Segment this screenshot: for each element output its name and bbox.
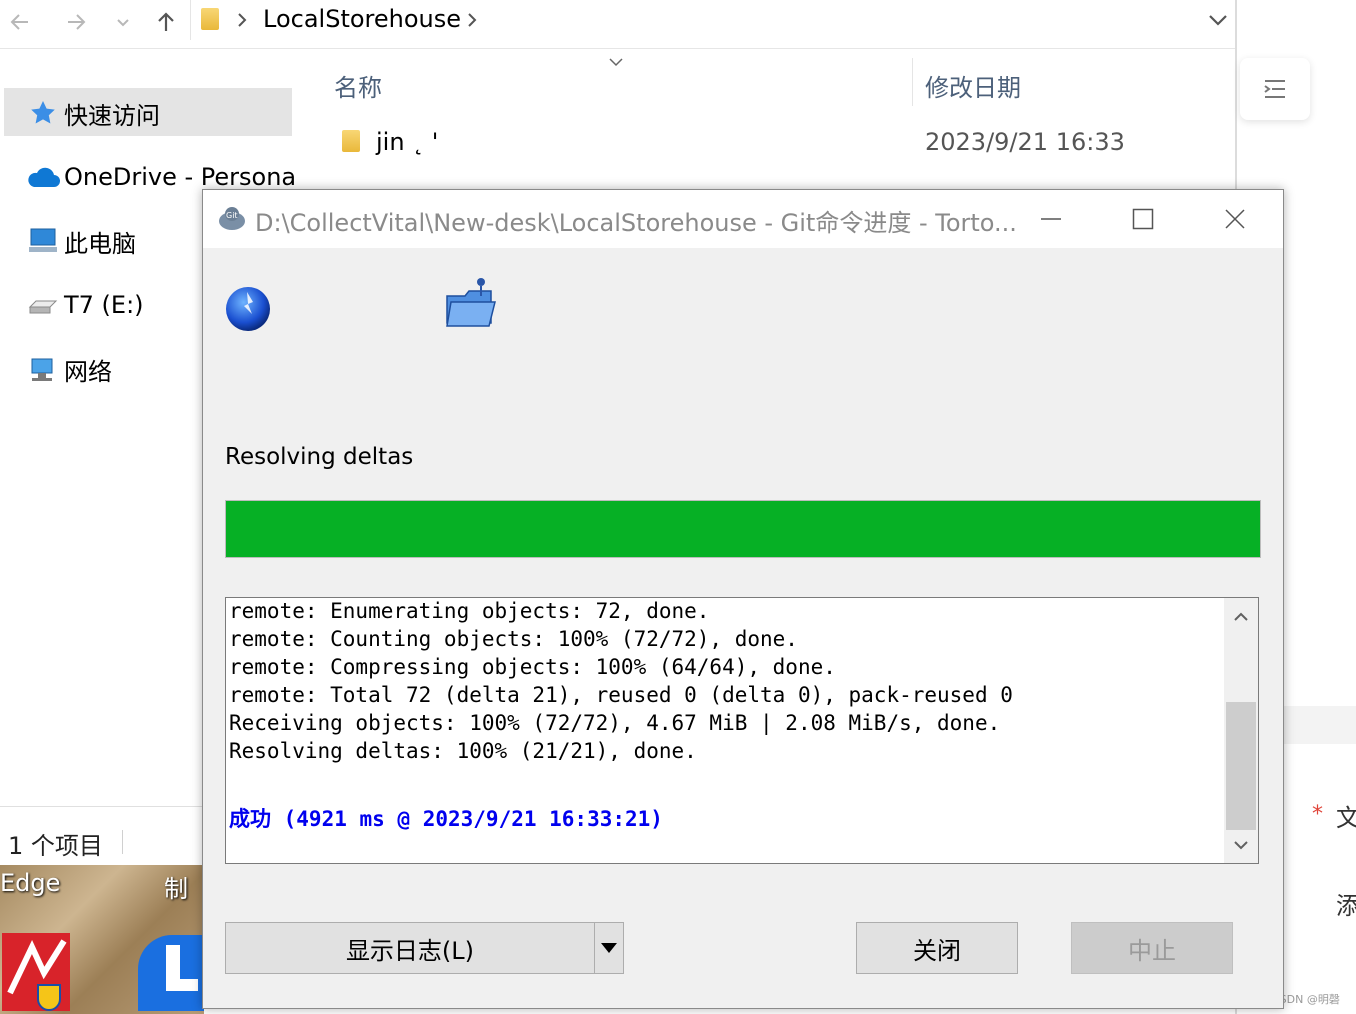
recent-locations-button[interactable] <box>108 4 138 40</box>
chevron-down-icon[interactable] <box>1233 840 1249 852</box>
svg-text:Git: Git <box>226 211 238 220</box>
git-output-log[interactable]: remote: Enumerating objects: 72, done. r… <box>225 597 1259 864</box>
sidebar-item-this-pc[interactable]: 此电脑 <box>26 221 136 261</box>
log-line: remote: Counting objects: 100% (72/72), … <box>229 627 798 651</box>
desktop-background: Edge 制 <box>0 865 204 1014</box>
computer-icon <box>26 224 60 258</box>
desktop-label-edge: Edge <box>0 869 61 897</box>
chevron-up-icon[interactable] <box>1233 610 1249 622</box>
scrollbar-thumb[interactable] <box>1226 702 1256 830</box>
log-line: remote: Total 72 (delta 21), reused 0 (d… <box>229 683 1013 707</box>
arrow-up-icon <box>158 12 174 31</box>
star-icon <box>26 96 60 130</box>
sidebar-item-label: 网络 <box>64 357 112 386</box>
close-button[interactable]: 关闭 <box>856 922 1018 974</box>
log-line: remote: Compressing objects: 100% (64/64… <box>229 655 836 679</box>
chevron-down-icon[interactable] <box>1207 12 1229 28</box>
status-item-count: 1 个项目 <box>8 832 103 860</box>
file-name: jin ˛ ' <box>376 128 439 156</box>
sidebar-item-label: OneDrive - Persona <box>64 163 297 191</box>
sidebar-item-label: T7 (E:) <box>64 291 144 319</box>
log-line: remote: Enumerating objects: 72, done. <box>229 599 710 623</box>
browser-app-icon <box>166 945 198 991</box>
log-line: Receiving objects: 100% (72/72), 4.67 Mi… <box>229 711 1001 735</box>
show-log-button[interactable]: 显示日志(L) <box>225 922 595 974</box>
maximize-button[interactable] <box>1097 190 1189 248</box>
up-button[interactable] <box>148 4 184 40</box>
globe-icon <box>223 284 273 334</box>
dialog-title: D:\CollectVital\New-desk\LocalStorehouse… <box>255 209 1017 237</box>
file-list: 名称 修改日期 jin ˛ ' 2023/9/21 16:33 <box>296 50 1236 190</box>
sidebar-item-label: 此电脑 <box>64 229 136 258</box>
progress-bar <box>225 500 1261 558</box>
outline-menu-button[interactable] <box>1240 58 1310 120</box>
close-window-button[interactable] <box>1189 190 1281 248</box>
show-log-dropdown-button[interactable] <box>594 922 624 974</box>
required-star: * <box>1312 802 1323 827</box>
arrow-left-icon <box>10 14 28 30</box>
app-shortcut-icon[interactable] <box>2 933 70 1011</box>
status-separator <box>122 830 123 854</box>
minimize-icon <box>1041 218 1061 220</box>
sidebar-item-quick-access[interactable]: 快速访问 <box>26 93 160 133</box>
status-divider <box>0 806 204 807</box>
caret-down-icon <box>601 943 617 953</box>
progress-bar-fill <box>226 501 1260 557</box>
folder-icon <box>201 8 219 30</box>
sidebar-item-drive-t7[interactable]: T7 (E:) <box>26 285 144 325</box>
network-icon <box>26 352 60 386</box>
column-header-modified[interactable]: 修改日期 <box>925 68 1021 103</box>
chevron-right-icon <box>238 13 247 27</box>
folder-icon <box>342 130 360 152</box>
file-row[interactable]: jin ˛ ' 2023/9/21 16:33 <box>336 124 1236 164</box>
log-line: Resolving deltas: 100% (21/21), done. <box>229 739 697 763</box>
column-divider <box>912 58 913 106</box>
address-bar: LocalStorehouse <box>0 0 1236 49</box>
list-indent-icon <box>1264 80 1285 98</box>
chevron-right-icon[interactable] <box>465 12 479 28</box>
red-app-icon <box>7 939 67 1011</box>
log-success-line: 成功 (4921 ms @ 2023/9/21 16:33:21) <box>229 807 663 831</box>
drive-icon <box>26 288 60 322</box>
right-text-partial: 添 <box>1336 892 1356 920</box>
git-progress-dialog: Git D:\CollectVital\New-desk\LocalStoreh… <box>202 189 1284 1009</box>
progress-status-label: Resolving deltas <box>225 444 414 470</box>
editor-toolbar-band <box>1284 706 1356 744</box>
right-text-partial: 文 <box>1336 804 1356 832</box>
edge-shortcut-icon[interactable] <box>138 935 204 1011</box>
tortoisegit-icon: Git <box>217 204 247 234</box>
sort-chevron-icon <box>609 58 623 67</box>
log-scrollbar[interactable] <box>1224 598 1258 863</box>
sidebar-item-label: 快速访问 <box>64 101 160 130</box>
sidebar-item-network[interactable]: 网络 <box>26 349 112 389</box>
chevron-down-icon <box>117 19 129 27</box>
breadcrumb-folder[interactable]: LocalStorehouse <box>263 5 461 33</box>
maximize-icon <box>1132 208 1154 230</box>
breadcrumb[interactable]: LocalStorehouse <box>190 0 1237 40</box>
file-modified: 2023/9/21 16:33 <box>925 128 1125 156</box>
folder-sync-icon <box>443 276 499 332</box>
desktop-label-partial: 制 <box>164 875 188 903</box>
cloud-icon <box>26 160 60 194</box>
abort-button[interactable]: 中止 <box>1071 922 1233 974</box>
forward-button[interactable] <box>58 4 94 40</box>
arrow-right-icon <box>68 14 86 30</box>
dialog-titlebar[interactable]: Git D:\CollectVital\New-desk\LocalStoreh… <box>203 190 1283 248</box>
column-header-name[interactable]: 名称 <box>334 68 382 103</box>
minimize-button[interactable] <box>1005 190 1097 248</box>
close-icon <box>1225 209 1245 229</box>
back-button[interactable] <box>2 4 38 40</box>
